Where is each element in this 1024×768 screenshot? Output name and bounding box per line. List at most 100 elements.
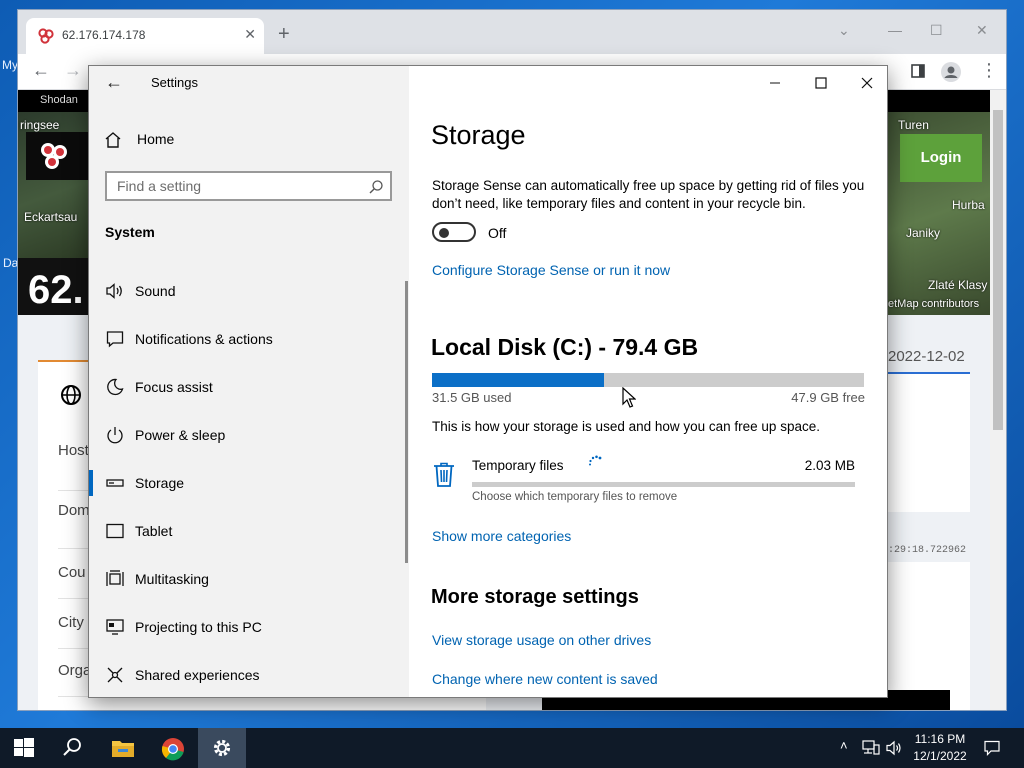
nav-item-label: Multitasking: [135, 571, 209, 587]
tab-strip: 62.176.174.178 ✕ + ⌄ — ☐ ✕: [18, 10, 1006, 54]
nav-item-focus-assist[interactable]: Focus assist: [89, 365, 409, 409]
info-row-label: City: [58, 614, 84, 631]
usage-description: This is how your storage is used and how…: [432, 419, 820, 434]
storage-sense-toggle[interactable]: [432, 222, 476, 242]
start-button[interactable]: [0, 728, 48, 768]
power-icon: [107, 427, 123, 444]
login-button[interactable]: Login: [900, 134, 982, 182]
globe-icon: [61, 385, 81, 405]
category-name[interactable]: Temporary files: [472, 458, 564, 473]
taskbar-clock[interactable]: 11:16 PM 12/1/2022: [900, 731, 980, 765]
nav-item-label: Projecting to this PC: [135, 619, 262, 635]
maximize-icon[interactable]: [811, 74, 831, 92]
nav-item-shared-experiences[interactable]: Shared experiences: [89, 653, 409, 697]
nav-item-tablet[interactable]: Tablet: [89, 509, 409, 553]
page-title: Storage: [431, 120, 526, 150]
action-center-icon[interactable]: [984, 740, 1000, 756]
taskbar: ˄ 11:16 PM 12/1/2022: [0, 728, 1024, 768]
windows-logo-icon: [14, 738, 34, 757]
nav-item-label: Shared experiences: [135, 667, 260, 683]
browser-minimize-icon[interactable]: —: [888, 22, 902, 38]
nav-item-label: Power & sleep: [135, 427, 226, 443]
multitasking-icon: [106, 570, 124, 586]
folder-icon: [112, 741, 134, 757]
tab-title: 62.176.174.178: [62, 28, 146, 42]
nav-item-storage[interactable]: Storage: [89, 461, 409, 505]
trash-icon[interactable]: [433, 462, 455, 488]
profile-icon[interactable]: [940, 61, 962, 83]
shodan-logo[interactable]: [26, 132, 92, 180]
desktop-label-da[interactable]: Da: [3, 256, 18, 270]
nav-item-notifications[interactable]: Notifications & actions: [89, 317, 409, 361]
storage-content-pane: Storage Storage Sense can automatically …: [409, 66, 887, 697]
tab-search-icon[interactable]: ⌄: [838, 22, 850, 39]
moon-icon: [107, 378, 124, 396]
section-heading-system: System: [105, 224, 155, 240]
nav-item-projecting[interactable]: Projecting to this PC: [89, 605, 409, 649]
nav-scrollbar[interactable]: [405, 281, 408, 563]
storage-sense-description: Storage Sense can automatically free up …: [432, 178, 865, 211]
find-setting-search[interactable]: Find a setting: [105, 171, 392, 201]
ip-heading: 62.: [28, 268, 84, 312]
nav-item-multitasking[interactable]: Multitasking: [89, 557, 409, 601]
network-icon[interactable]: [862, 740, 880, 756]
close-icon[interactable]: [857, 74, 877, 92]
minimize-icon[interactable]: [765, 74, 785, 92]
browser-close-icon[interactable]: ✕: [976, 22, 988, 39]
notification-icon: [106, 331, 124, 348]
nav-item-power-sleep[interactable]: Power & sleep: [89, 413, 409, 457]
side-panel-icon[interactable]: [911, 64, 925, 78]
map-label: Hurba: [952, 198, 985, 212]
info-row-label: Orga: [58, 662, 92, 679]
settings-taskbar-button[interactable]: [198, 728, 246, 768]
shodan-favicon-icon: [38, 28, 54, 44]
right-card: [888, 562, 970, 710]
browser-forward-icon[interactable]: →: [64, 60, 82, 81]
disk-title: Local Disk (C:) - 79.4 GB: [431, 334, 699, 360]
category-subtitle: Choose which temporary files to remove: [472, 491, 678, 503]
shodan-nav-link[interactable]: Shodan: [40, 94, 78, 106]
map-attribution[interactable]: etMap contributors: [888, 298, 979, 310]
show-more-categories-link[interactable]: Show more categories: [432, 528, 571, 544]
right-card: [888, 372, 970, 512]
nav-item-sound[interactable]: Sound: [89, 269, 409, 313]
search-placeholder: Find a setting: [117, 178, 202, 194]
search-icon: [63, 738, 81, 756]
view-other-drives-link[interactable]: View storage usage on other drives: [432, 632, 651, 648]
clock-date: 12/1/2022: [913, 749, 967, 763]
map-label: Janiky: [906, 226, 941, 240]
show-hidden-icons-icon[interactable]: ˄: [840, 738, 848, 753]
nav-item-label: Sound: [135, 283, 176, 299]
mouse-cursor-icon: [622, 387, 636, 408]
change-new-content-location-link[interactable]: Change where new content is saved: [432, 671, 658, 687]
browser-back-icon[interactable]: ←: [32, 60, 50, 81]
info-row-label: Host: [58, 442, 89, 459]
tablet-icon: [106, 523, 124, 539]
browser-maximize-icon[interactable]: ☐: [930, 22, 943, 39]
shared-icon: [107, 667, 123, 683]
map-label: Eckartsau: [24, 210, 78, 224]
chrome-icon: [161, 738, 184, 761]
info-row-label: Dom: [58, 502, 90, 519]
configure-storage-sense-link[interactable]: Configure Storage Sense or run it now: [432, 262, 670, 278]
desktop-label-my[interactable]: My: [2, 58, 18, 72]
browser-tab[interactable]: 62.176.174.178 ✕: [26, 18, 264, 54]
taskbar-search-button[interactable]: [48, 728, 96, 768]
speaker-icon: [106, 283, 122, 299]
browser-menu-icon[interactable]: ⋮: [980, 60, 998, 81]
tab-close-icon[interactable]: ✕: [244, 26, 256, 43]
disk-usage-fill: [432, 373, 604, 387]
settings-nav-pane: ← Settings Home Find a setting System So…: [89, 66, 409, 697]
disk-usage-bar: [432, 373, 864, 387]
page-scrollbar-thumb[interactable]: [993, 110, 1003, 430]
new-tab-icon[interactable]: +: [278, 24, 290, 44]
timestamp-text: :29:18.722962: [888, 545, 967, 556]
back-arrow-icon[interactable]: ←: [105, 72, 123, 93]
used-space-label: 31.5 GB used: [432, 390, 512, 405]
shodan-logo-icon: [41, 143, 67, 169]
chrome-button[interactable]: [148, 728, 196, 768]
map-label: ringsee: [20, 118, 60, 132]
category-size: 2.03 MB: [804, 458, 855, 473]
file-explorer-button[interactable]: [98, 728, 146, 768]
toggle-state-label: Off: [488, 225, 507, 241]
